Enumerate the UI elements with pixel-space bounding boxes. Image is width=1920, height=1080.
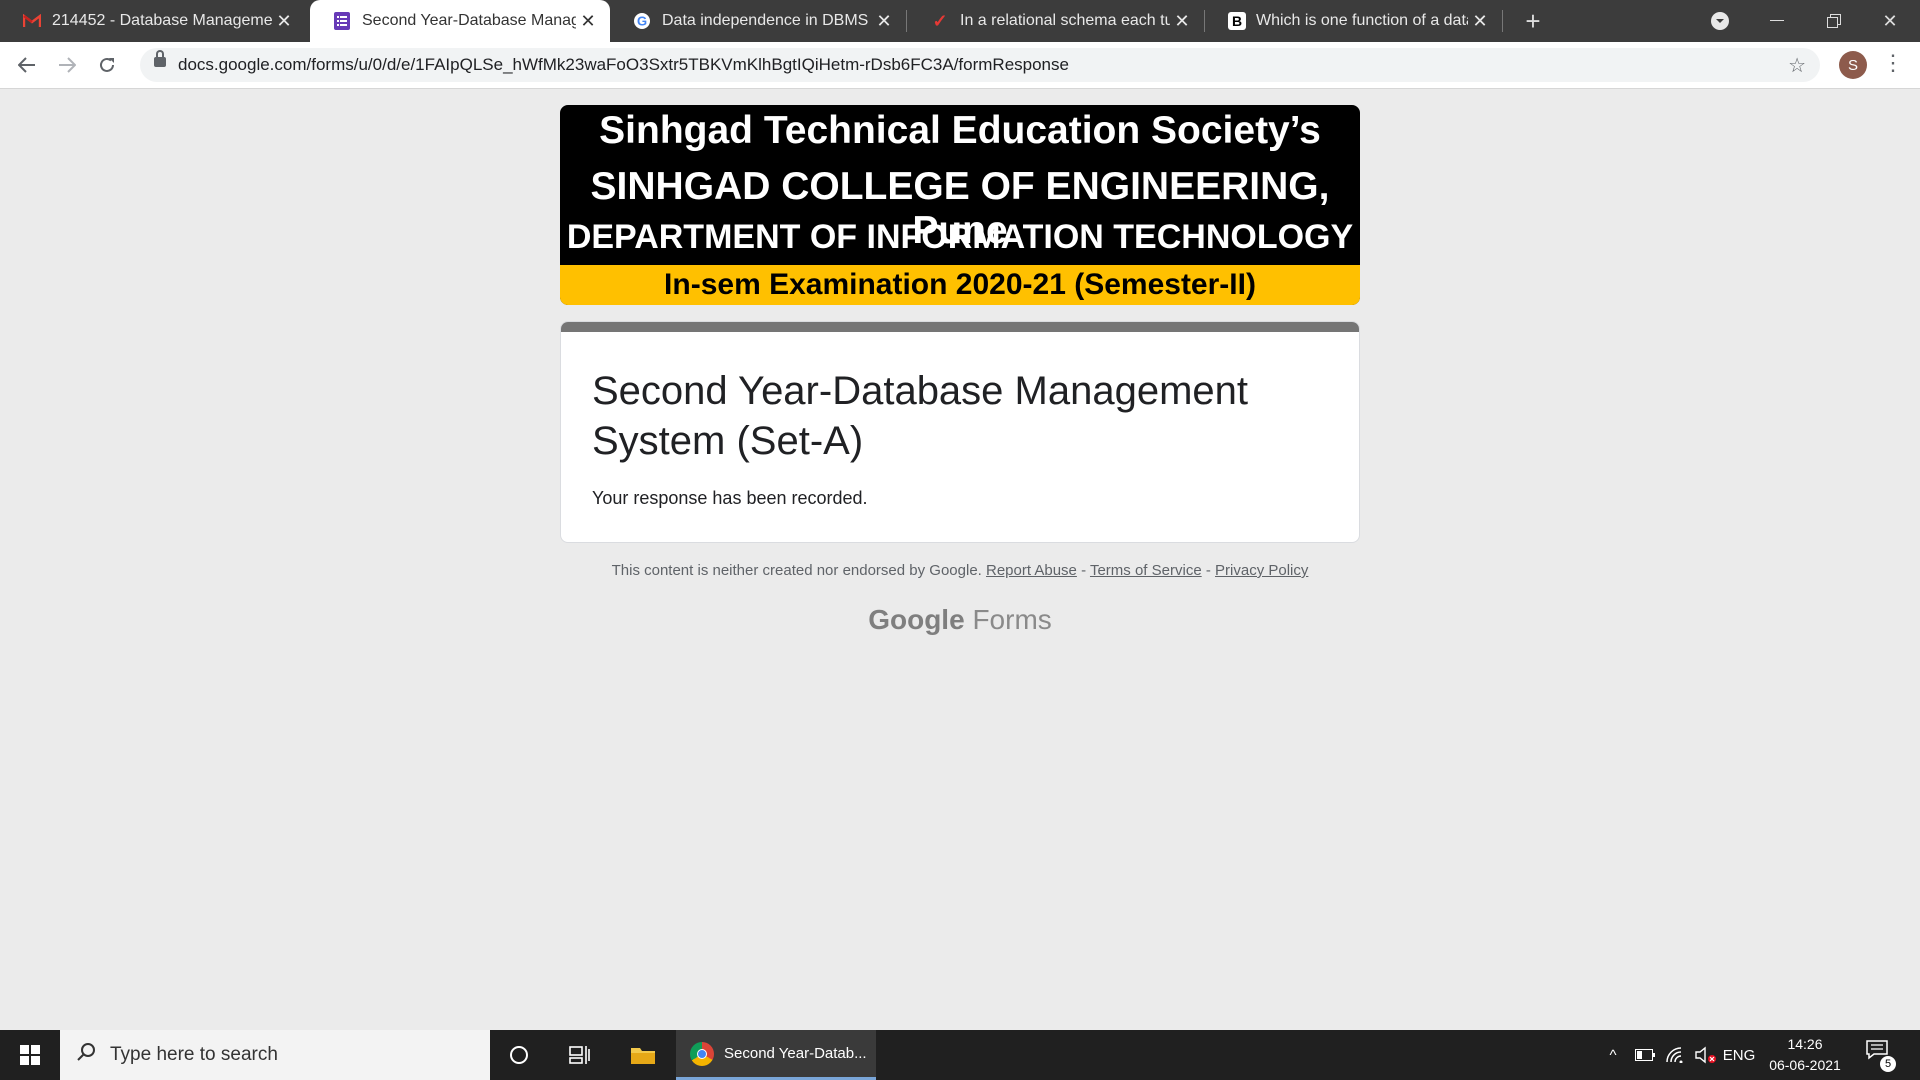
form-footer: This content is neither created nor endo… bbox=[560, 562, 1360, 579]
close-window-icon[interactable]: ✕ bbox=[1862, 0, 1918, 42]
windows-start-icon[interactable] bbox=[0, 1030, 60, 1080]
clock-time: 14:26 bbox=[1787, 1036, 1823, 1052]
clock-date: 06-06-2021 bbox=[1769, 1057, 1841, 1073]
tab-database-function[interactable]: B Which is one function of a datab ✕ bbox=[1206, 0, 1502, 42]
banner-society-name: Sinhgad Technical Education Society’s bbox=[599, 109, 1321, 152]
notification-count-badge: 5 bbox=[1880, 1056, 1896, 1072]
disclaimer-text: This content is neither created nor endo… bbox=[611, 562, 982, 579]
footer-separator: - bbox=[1201, 562, 1216, 579]
card-accent-bar bbox=[561, 322, 1359, 332]
taskbar-app-label: Second Year-Datab... bbox=[724, 1045, 867, 1062]
tab-title: Data independence in DBMS is k bbox=[662, 12, 872, 29]
close-tab-icon[interactable]: ✕ bbox=[272, 11, 296, 32]
omnibox[interactable]: docs.google.com/forms/u/0/d/e/1FAIpQLSe_… bbox=[140, 48, 1820, 82]
chrome-icon bbox=[690, 1041, 714, 1066]
gmail-icon bbox=[22, 11, 42, 31]
taskbar-clock[interactable]: 14:26 06-06-2021 bbox=[1760, 1034, 1850, 1076]
close-tab-icon[interactable]: ✕ bbox=[576, 11, 600, 32]
google-forms-logo[interactable]: Google Forms bbox=[560, 604, 1360, 636]
red-checkmark-icon: ✓ bbox=[932, 10, 948, 31]
tab-title: In a relational schema each tuple bbox=[960, 12, 1170, 29]
minimize-icon[interactable] bbox=[1749, 0, 1805, 42]
url-text[interactable]: docs.google.com/forms/u/0/d/e/1FAIpQLSe_… bbox=[178, 55, 1069, 75]
terms-of-service-link[interactable]: Terms of Service bbox=[1090, 562, 1202, 579]
language-indicator[interactable]: ENG bbox=[1720, 1030, 1758, 1080]
taskbar-chrome-window[interactable]: Second Year-Datab... bbox=[676, 1030, 876, 1080]
tab-separator bbox=[906, 10, 907, 32]
tab-google-forms[interactable]: Second Year-Database Managem ✕ bbox=[310, 0, 610, 42]
tab-title: Second Year-Database Managem bbox=[362, 12, 576, 29]
college-banner-image: Sinhgad Technical Education Society’s SI… bbox=[560, 105, 1360, 305]
volume-muted-icon[interactable] bbox=[1692, 1030, 1720, 1080]
menu-kebab-icon[interactable]: ⋮ bbox=[1882, 50, 1904, 76]
svg-text:G: G bbox=[637, 14, 647, 29]
confirmation-message: Your response has been recorded. bbox=[592, 488, 868, 508]
lock-icon[interactable] bbox=[154, 50, 166, 67]
cortana-icon[interactable] bbox=[491, 1030, 547, 1080]
banner-department: DEPARTMENT OF INFORMATION TECHNOLOGY bbox=[566, 218, 1354, 256]
google-wordmark: Google bbox=[868, 604, 965, 635]
back-arrow-icon[interactable] bbox=[12, 50, 42, 80]
reload-icon[interactable] bbox=[92, 50, 122, 80]
restore-icon[interactable] bbox=[1806, 0, 1862, 42]
task-view-icon[interactable] bbox=[552, 1030, 608, 1080]
google-icon: G bbox=[632, 11, 652, 31]
battery-icon[interactable] bbox=[1630, 1030, 1660, 1080]
tab-relational-schema[interactable]: ✓ In a relational schema each tuple ✕ bbox=[908, 0, 1204, 42]
tab-search-icon[interactable] bbox=[1692, 0, 1748, 42]
new-tab-button[interactable]: + bbox=[1505, 0, 1561, 42]
file-explorer-icon[interactable] bbox=[615, 1030, 671, 1080]
tab-google-search[interactable]: G Data independence in DBMS is k ✕ bbox=[610, 0, 906, 42]
banner-exam-strip: In-sem Examination 2020-21 (Semester-II) bbox=[560, 265, 1360, 305]
wifi-icon[interactable] bbox=[1662, 1030, 1690, 1080]
close-tab-icon[interactable]: ✕ bbox=[1468, 11, 1492, 32]
taskbar-search-box[interactable]: Type here to search bbox=[60, 1030, 490, 1080]
tab-gmail[interactable]: 214452 - Database Management ✕ bbox=[0, 0, 306, 42]
forward-arrow-icon[interactable] bbox=[52, 50, 82, 80]
form-title: Second Year-Database Management System (… bbox=[592, 369, 1249, 463]
close-tab-icon[interactable]: ✕ bbox=[872, 11, 896, 32]
tab-title: Which is one function of a datab bbox=[1256, 12, 1468, 29]
windows-taskbar: Type here to search Second Year-Datab...… bbox=[0, 1030, 1920, 1080]
tab-separator bbox=[1204, 10, 1205, 32]
tab-separator bbox=[1502, 10, 1503, 32]
browser-tab-bar: 214452 - Database Management ✕ Second Ye… bbox=[0, 0, 1920, 42]
privacy-policy-link[interactable]: Privacy Policy bbox=[1215, 562, 1308, 579]
search-icon bbox=[76, 1042, 98, 1068]
profile-avatar[interactable]: S bbox=[1839, 51, 1867, 79]
form-response-card: Second Year-Database Management System (… bbox=[560, 321, 1360, 543]
show-hidden-icons-chevron-icon[interactable]: ^ bbox=[1600, 1030, 1626, 1080]
bookmark-star-icon[interactable]: ☆ bbox=[1788, 53, 1806, 78]
address-bar: docs.google.com/forms/u/0/d/e/1FAIpQLSe_… bbox=[0, 42, 1920, 89]
search-placeholder: Type here to search bbox=[110, 1044, 278, 1065]
report-abuse-link[interactable]: Report Abuse bbox=[986, 562, 1077, 579]
close-tab-icon[interactable]: ✕ bbox=[1170, 11, 1194, 32]
b-logo-icon: B bbox=[1228, 12, 1246, 30]
forms-wordmark: Forms bbox=[972, 604, 1052, 635]
footer-separator: - bbox=[1076, 562, 1090, 579]
google-forms-icon bbox=[332, 11, 352, 31]
tab-title: 214452 - Database Management bbox=[52, 12, 272, 29]
